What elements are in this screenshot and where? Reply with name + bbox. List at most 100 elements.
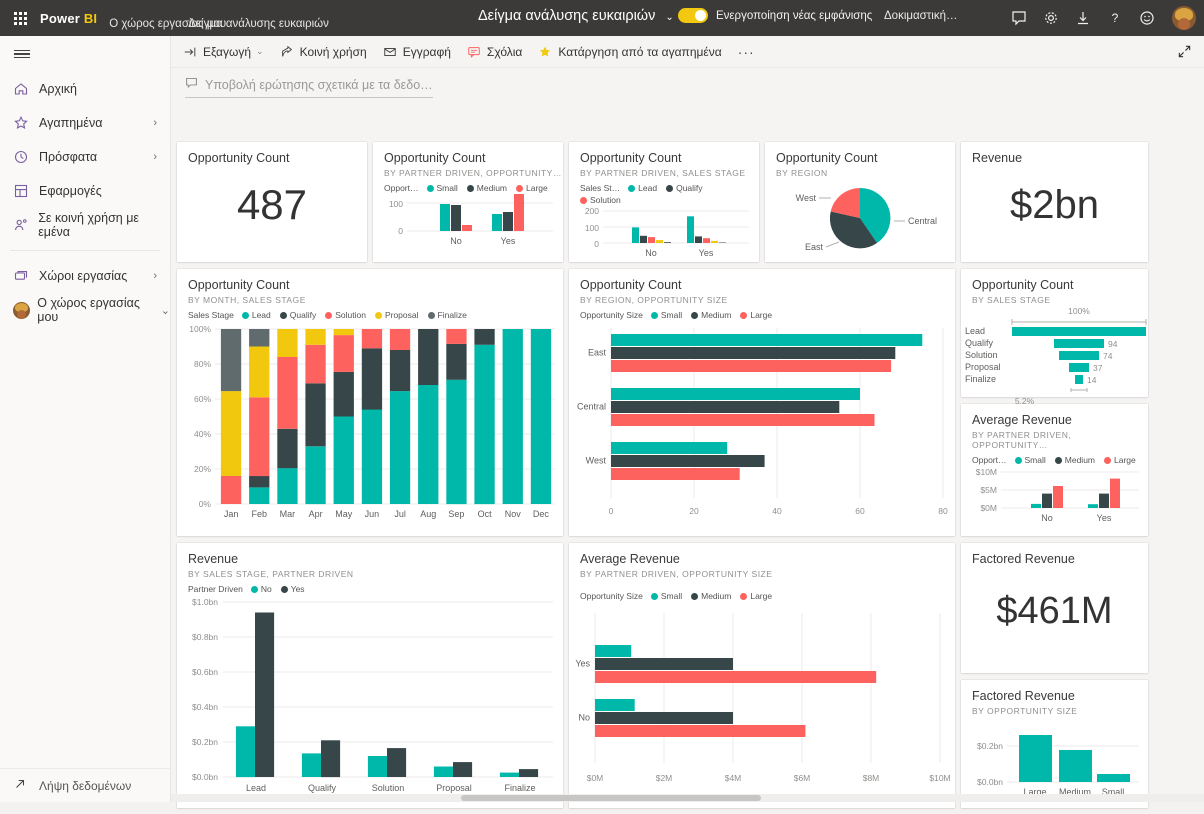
pie-label: West xyxy=(796,193,817,203)
chevron-right-icon: › xyxy=(153,270,157,282)
sidebar-item-label: Πρόσφατα xyxy=(39,150,97,164)
tile-subtitle: BY SALES STAGE, PARTNER DRIVEN xyxy=(177,567,563,579)
toggle-switch-icon[interactable] xyxy=(678,8,708,23)
chart-legend: Sales Stage Lead Qualify Solution Propos… xyxy=(177,305,563,320)
get-data-button[interactable]: Λήψη δεδομένων xyxy=(0,768,171,802)
sidebar-item-label: Εφαρμογές xyxy=(39,184,102,198)
export-button[interactable]: Εξαγωγή ⌄ xyxy=(183,45,264,59)
help-icon[interactable]: ? xyxy=(1106,9,1124,27)
tile-revenue-card[interactable]: Revenue $2bn xyxy=(961,142,1148,262)
dashboard-toolbar: Εξαγωγή ⌄ Κοινή χρήση Εγγραφή Σχόλια xyxy=(171,36,1204,68)
chart-legend: Opportunity Size Small Medium Large xyxy=(569,579,955,601)
nav-collapse-button[interactable] xyxy=(0,36,170,72)
sidebar-item-recent[interactable]: Πρόσφατα › xyxy=(0,140,170,174)
y-tick: 0 xyxy=(594,239,599,249)
scrollbar-thumb[interactable] xyxy=(461,795,761,801)
y-tick: 100 xyxy=(389,199,403,209)
smiley-icon[interactable] xyxy=(1138,9,1156,27)
tile-title: Average Revenue xyxy=(569,543,955,567)
tile-opportunity-count-funnel[interactable]: Opportunity Count BY SALES STAGE 100% Le… xyxy=(961,269,1148,397)
x-tick: Dec xyxy=(533,509,550,519)
y-tick: $0.0bn xyxy=(192,772,218,782)
tile-opportunity-count-by-region-pie[interactable]: Opportunity Count BY REGION Central West… xyxy=(765,142,955,262)
x-tick: Yes xyxy=(1097,513,1112,523)
pie-label: East xyxy=(805,242,824,252)
sidebar-item-workspaces[interactable]: Χώροι εργασίας › xyxy=(0,259,170,293)
app-launcher-button[interactable] xyxy=(0,12,40,25)
chart-canvas: EastCentralWest 020406080 xyxy=(569,320,955,535)
legend-item: Small xyxy=(651,591,682,601)
x-tick: 0 xyxy=(609,506,614,516)
new-look-toggle[interactable]: Ενεργοποίηση νέας εμφάνισης xyxy=(678,8,872,23)
breadcrumb-report[interactable]: Δείγμα ανάλυσης ευκαιριών xyxy=(188,18,329,30)
tile-factored-revenue-by-size[interactable]: Factored Revenue BY OPPORTUNITY SIZE $0.… xyxy=(961,680,1148,808)
sidebar-item-home[interactable]: Αρχική xyxy=(0,72,170,106)
comments-button[interactable]: Σχόλια xyxy=(467,45,522,59)
powerbi-logo[interactable]: Power BI xyxy=(40,11,97,26)
sidebar-item-apps[interactable]: Εφαρμογές xyxy=(0,174,170,208)
share-button[interactable]: Κοινή χρήση xyxy=(280,45,367,59)
legend-item: Medium xyxy=(691,310,731,320)
x-tick: Jan xyxy=(224,509,239,519)
chart-canvas: 200 100 0 No Yes xyxy=(569,205,759,265)
x-tick: Jun xyxy=(365,509,380,519)
trial-status-label[interactable]: Δοκιμαστική… xyxy=(884,10,958,22)
qna-chat-icon xyxy=(185,76,198,94)
y-tick: $0.2bn xyxy=(192,737,218,747)
tile-opportunity-count-by-partner-opportunity-size[interactable]: Opportunity Count BY PARTNER DRIVEN, OPP… xyxy=(373,142,563,262)
funnel-cat: Proposal xyxy=(965,362,1001,372)
tile-opportunity-count-by-region-size[interactable]: Opportunity Count BY REGION, OPPORTUNITY… xyxy=(569,269,955,536)
tile-average-revenue-small[interactable]: Average Revenue BY PARTNER DRIVEN, OPPOR… xyxy=(961,404,1148,536)
x-tick: Lead xyxy=(246,783,266,793)
y-tick: 60% xyxy=(194,394,211,404)
horizontal-scrollbar[interactable] xyxy=(171,794,1204,802)
y-cat: No xyxy=(578,713,590,723)
tile-title: Factored Revenue xyxy=(961,543,1148,567)
tile-opportunity-count-by-partner-sales-stage[interactable]: Opportunity Count BY PARTNER DRIVEN, SAL… xyxy=(569,142,759,262)
x-tick: Feb xyxy=(252,509,268,519)
tile-factored-revenue-card[interactable]: Factored Revenue $461M xyxy=(961,543,1148,673)
sidebar-item-favorites[interactable]: Αγαπημένα › xyxy=(0,106,170,140)
legend-item: Small xyxy=(651,310,682,320)
star-filled-icon xyxy=(538,45,552,59)
report-title-dropdown[interactable]: Δείγμα ανάλυσης ευκαιριών ⌄ xyxy=(478,8,674,24)
qna-bar[interactable]: Υποβολή ερώτησης σχετικά με τα δεδο… xyxy=(171,68,1204,106)
account-avatar[interactable] xyxy=(1172,6,1196,30)
y-tick: $0.0bn xyxy=(977,777,1003,787)
sidebar-item-my-workspace[interactable]: Ο χώρος εργασίας μου ⌄ xyxy=(0,293,170,327)
tile-subtitle: BY PARTNER DRIVEN, OPPORTUNITY SIZE xyxy=(569,567,955,579)
tile-revenue-by-sales-stage[interactable]: Revenue BY SALES STAGE, PARTNER DRIVEN P… xyxy=(177,543,563,808)
legend-item: Lead xyxy=(628,183,657,193)
sidebar-item-shared-with-me[interactable]: Σε κοινή χρήση με εμένα xyxy=(0,208,170,242)
y-tick: $1.0bn xyxy=(192,597,218,607)
waffle-icon xyxy=(14,12,27,25)
tile-average-revenue-horizontal[interactable]: Average Revenue BY PARTNER DRIVEN, OPPOR… xyxy=(569,543,955,808)
dashboard-content: Εξαγωγή ⌄ Κοινή χρήση Εγγραφή Σχόλια xyxy=(171,36,1204,802)
tile-opportunity-count-card[interactable]: Opportunity Count 487 xyxy=(177,142,367,262)
download-icon[interactable] xyxy=(1074,9,1092,27)
chart-canvas: 100% Lead Qualify Solution Proposal Fina… xyxy=(961,305,1148,395)
tile-title: Opportunity Count xyxy=(569,269,955,293)
gear-icon[interactable] xyxy=(1042,9,1060,27)
unfavorite-button[interactable]: Κατάργηση από τα αγαπημένα xyxy=(538,45,721,59)
star-icon xyxy=(13,115,39,131)
x-tick: Jul xyxy=(394,509,406,519)
x-tick: Apr xyxy=(309,509,323,519)
fullscreen-button[interactable] xyxy=(1177,44,1192,62)
legend-title: Opport… xyxy=(384,183,419,193)
y-tick: 0 xyxy=(398,226,403,236)
x-tick: $4M xyxy=(725,773,742,783)
more-options-button[interactable]: ··· xyxy=(738,44,755,60)
sidebar-item-label: Αγαπημένα xyxy=(39,116,102,130)
legend-title: Opportunity Size xyxy=(580,310,643,320)
qna-input-placeholder[interactable]: Υποβολή ερώτησης σχετικά με τα δεδο… xyxy=(205,78,433,92)
feedback-icon[interactable] xyxy=(1010,9,1028,27)
tile-opportunity-count-by-month-sales-stage[interactable]: Opportunity Count BY MONTH, SALES STAGE … xyxy=(177,269,563,536)
my-workspace-avatar xyxy=(13,302,37,319)
export-label: Εξαγωγή xyxy=(203,45,251,59)
x-tick: Qualify xyxy=(308,783,337,793)
y-tick: $0.6bn xyxy=(192,667,218,677)
subscribe-label: Εγγραφή xyxy=(403,45,451,59)
funnel-value: 74 xyxy=(1103,351,1113,361)
subscribe-button[interactable]: Εγγραφή xyxy=(383,45,451,59)
